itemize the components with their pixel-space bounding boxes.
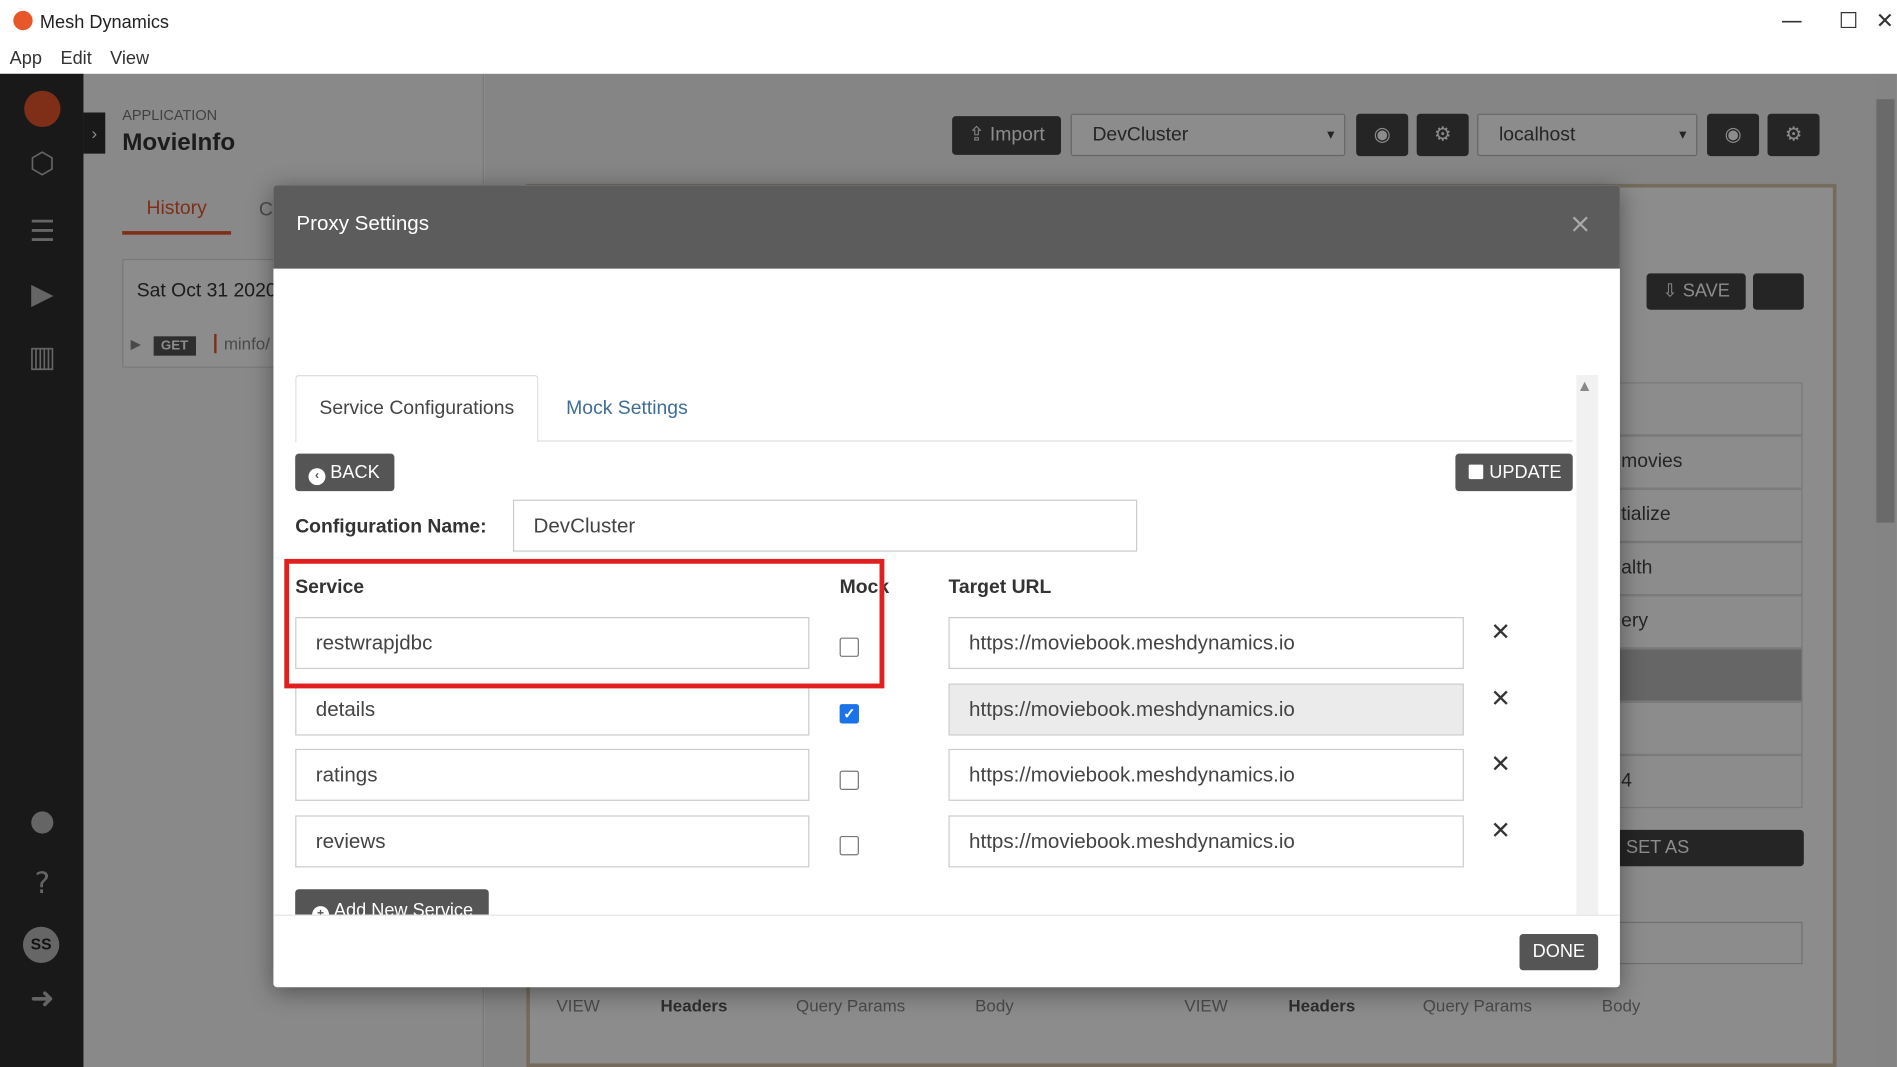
service-name-input[interactable]: details — [295, 683, 810, 736]
target-url-column-header: Target URL — [948, 577, 1052, 598]
mock-checkbox[interactable] — [839, 835, 859, 856]
footer-divider — [273, 914, 1620, 916]
remove-service-icon[interactable]: ✕ — [1490, 617, 1510, 646]
arrow-left-icon: ‹ — [308, 468, 326, 486]
app-logo-icon — [13, 10, 33, 31]
window-title: Mesh Dynamics — [39, 12, 170, 33]
back-button[interactable]: ‹ BACK — [295, 453, 395, 492]
plus-icon: + — [312, 906, 330, 915]
done-button[interactable]: DONE — [1519, 933, 1599, 971]
dialog-title: Proxy Settings — [296, 211, 430, 235]
service-name-input[interactable]: reviews — [295, 815, 810, 868]
title-bar — [0, 0, 1897, 44]
menu-bar — [0, 43, 1897, 74]
close-icon[interactable]: × — [1569, 209, 1591, 239]
remove-service-icon[interactable]: ✕ — [1490, 684, 1510, 713]
add-new-service-button[interactable]: + Add New Service — [295, 889, 489, 915]
target-url-input[interactable]: https://moviebook.meshdynamics.io — [948, 748, 1464, 801]
update-button[interactable]: UPDATE — [1455, 453, 1573, 492]
tab-mock-settings[interactable]: Mock Settings — [566, 398, 688, 420]
mock-checkbox[interactable] — [839, 770, 859, 790]
target-url-input[interactable]: https://moviebook.meshdynamics.io — [948, 616, 1464, 670]
scroll-up-icon[interactable]: ▲ — [1580, 380, 1589, 393]
target-url-input[interactable]: https://moviebook.meshdynamics.io — [948, 683, 1464, 736]
configuration-name-input[interactable]: DevCluster — [512, 499, 1138, 552]
highlight-annotation — [284, 558, 885, 689]
menu-view[interactable]: View — [110, 48, 149, 69]
mock-checkbox[interactable]: ✓ — [839, 704, 859, 724]
target-url-input[interactable]: https://moviebook.meshdynamics.io — [948, 815, 1464, 868]
dialog-header — [273, 185, 1620, 269]
save-icon — [1468, 464, 1484, 480]
maximize-button[interactable]: ☐ — [1821, 5, 1877, 39]
menu-edit[interactable]: Edit — [60, 48, 91, 69]
remove-service-icon[interactable]: ✕ — [1490, 815, 1510, 844]
remove-service-icon[interactable]: ✕ — [1490, 749, 1510, 778]
service-name-input[interactable]: ratings — [295, 748, 810, 801]
configuration-name-label: Configuration Name: — [295, 516, 487, 538]
dialog-vertical-scrollbar[interactable] — [1576, 375, 1599, 915]
close-window-button[interactable]: ✕ — [1873, 5, 1897, 39]
tab-service-configurations[interactable]: Service Configurations — [295, 375, 539, 443]
menu-app[interactable]: App — [10, 48, 42, 69]
